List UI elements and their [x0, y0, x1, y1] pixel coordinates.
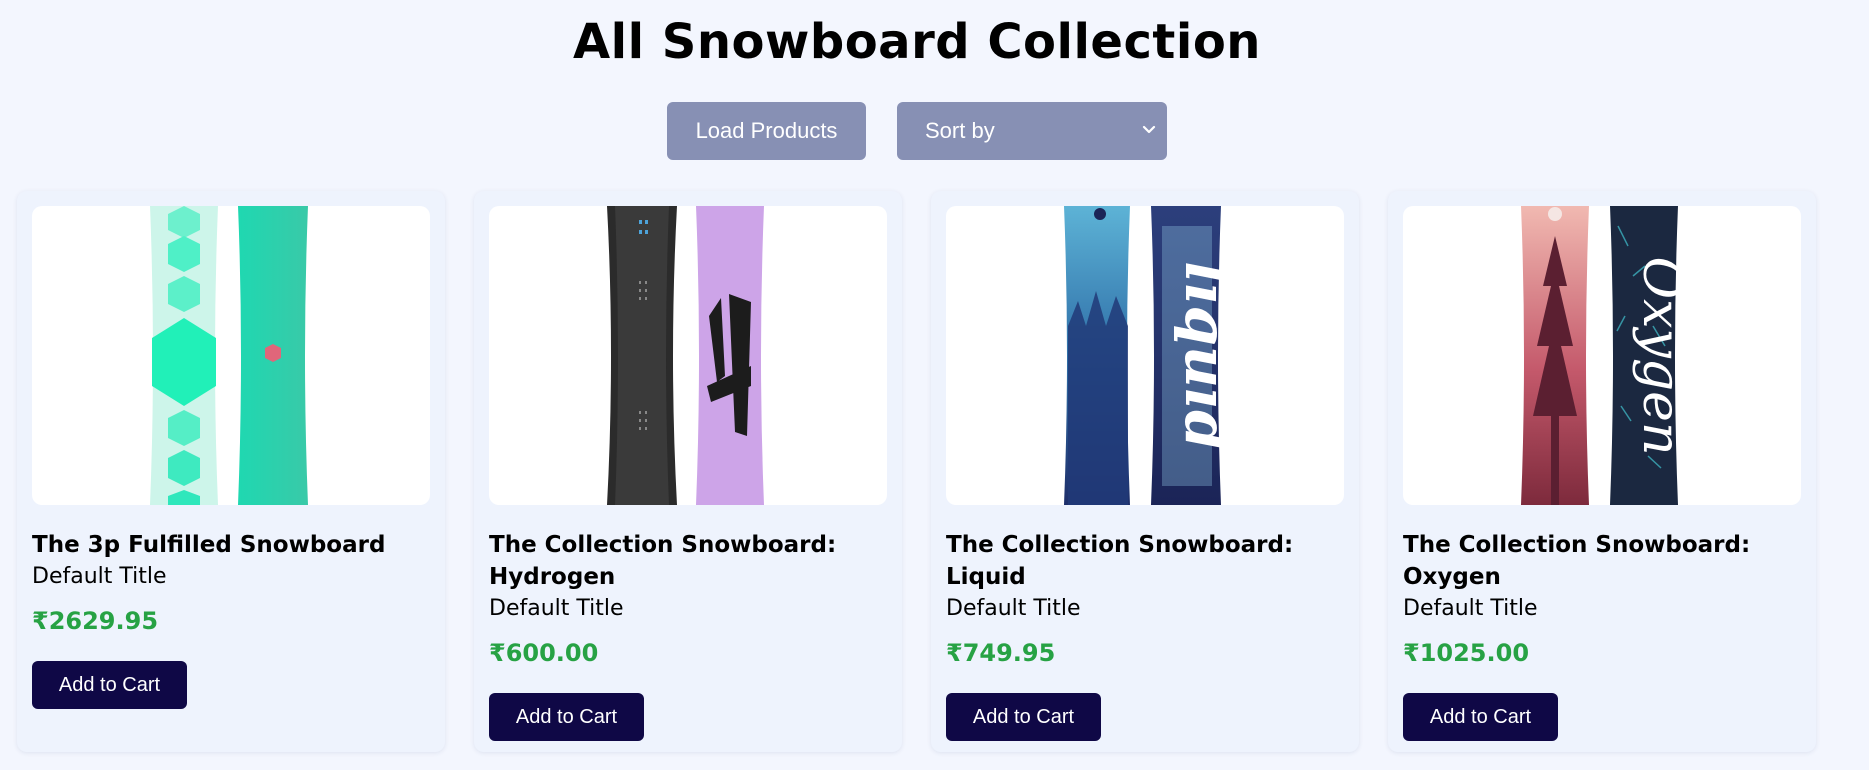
product-name: The Collection Snowboard: Liquid	[946, 532, 1294, 590]
product-variant: Default Title	[32, 564, 167, 589]
product-card: The 3p Fulfilled Snowboard Default Title…	[17, 191, 445, 752]
product-image[interactable]: Oxygen	[1403, 206, 1801, 505]
product-card: liquid The Collection Snowboard: Liquid …	[931, 191, 1359, 752]
product-name: The 3p Fulfilled Snowboard	[32, 532, 386, 558]
add-to-cart-button[interactable]: Add to Cart	[489, 693, 644, 741]
product-price: ₹2629.95	[32, 607, 159, 635]
load-products-button[interactable]: Load Products	[667, 102, 866, 160]
product-price: ₹749.95	[946, 639, 1056, 667]
snowboard-image: liquid	[1064, 206, 1240, 505]
product-name: The Collection Snowboard: Hydrogen	[489, 532, 837, 590]
toolbar: Load Products Sort by	[0, 102, 1834, 160]
product-name: The Collection Snowboard: Oxygen	[1403, 532, 1751, 590]
sort-select-label: Sort by	[925, 118, 995, 143]
chevron-down-icon	[1142, 125, 1156, 134]
add-to-cart-button[interactable]: Add to Cart	[1403, 693, 1558, 741]
add-to-cart-button[interactable]: Add to Cart	[946, 693, 1101, 741]
product-card: Oxygen The Collection Snowboard: Oxygen …	[1388, 191, 1816, 752]
product-card: The Collection Snowboard: Hydrogen Defau…	[474, 191, 902, 752]
page-title: All Snowboard Collection	[573, 14, 1261, 70]
sort-select[interactable]: Sort by	[897, 102, 1167, 160]
snowboard-image	[607, 206, 764, 505]
product-image[interactable]	[32, 206, 430, 505]
product-image[interactable]	[489, 206, 887, 505]
product-price: ₹600.00	[489, 639, 599, 667]
svg-text:liquid: liquid	[1172, 261, 1240, 450]
product-price: ₹1025.00	[1403, 639, 1530, 667]
product-variant: Default Title	[946, 596, 1081, 621]
product-variant: Default Title	[489, 596, 624, 621]
add-to-cart-button[interactable]: Add to Cart	[32, 661, 187, 709]
snowboard-image	[150, 206, 308, 505]
product-variant: Default Title	[1403, 596, 1538, 621]
product-image[interactable]: liquid	[946, 206, 1344, 505]
svg-text:Oxygen: Oxygen	[1631, 257, 1691, 456]
snowboard-image: Oxygen	[1521, 206, 1691, 505]
